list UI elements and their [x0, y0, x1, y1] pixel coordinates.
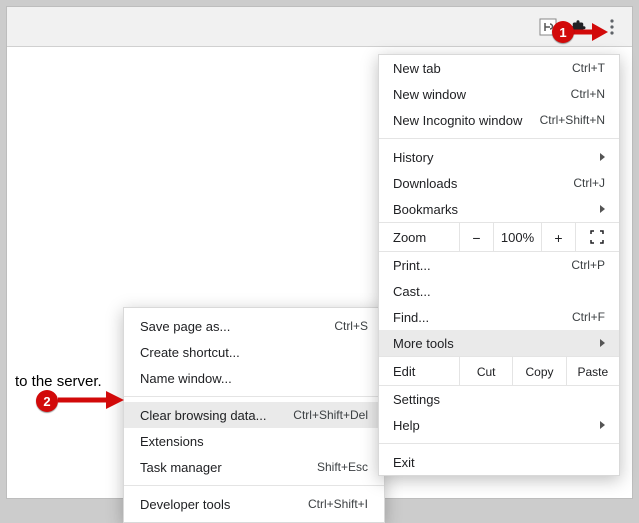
menu-label: Settings	[393, 392, 605, 407]
cut-button[interactable]: Cut	[459, 357, 512, 385]
chevron-right-icon	[600, 153, 605, 161]
more-tools-submenu: Save page as... Ctrl+S Create shortcut..…	[123, 307, 385, 523]
submenu-item-extensions[interactable]: Extensions	[124, 428, 384, 454]
menu-separator	[379, 138, 619, 139]
annotation-step-1: 1	[552, 21, 574, 43]
menu-item-downloads[interactable]: Downloads Ctrl+J	[379, 170, 619, 196]
menu-item-new-tab[interactable]: New tab Ctrl+T	[379, 55, 619, 81]
menu-label: Help	[393, 418, 594, 433]
menu-label: Extensions	[140, 434, 368, 449]
menu-shortcut: Ctrl+J	[573, 176, 605, 190]
menu-item-cast[interactable]: Cast...	[379, 278, 619, 304]
menu-item-more-tools[interactable]: More tools	[379, 330, 619, 356]
menu-label: Bookmarks	[393, 202, 594, 217]
menu-shortcut: Ctrl+Shift+N	[540, 113, 605, 127]
menu-label: More tools	[393, 336, 594, 351]
copy-button[interactable]: Copy	[512, 357, 565, 385]
paste-button[interactable]: Paste	[566, 357, 619, 385]
zoom-in-button[interactable]: +	[541, 223, 575, 251]
menu-label: Print...	[393, 258, 571, 273]
menu-label: Find...	[393, 310, 572, 325]
menu-label: Developer tools	[140, 497, 308, 512]
submenu-item-name-window[interactable]: Name window...	[124, 365, 384, 391]
fullscreen-button[interactable]	[575, 223, 617, 251]
menu-shortcut: Ctrl+P	[571, 258, 605, 272]
menu-item-exit[interactable]: Exit	[379, 449, 619, 475]
submenu-item-save-page[interactable]: Save page as... Ctrl+S	[124, 313, 384, 339]
submenu-item-create-shortcut[interactable]: Create shortcut...	[124, 339, 384, 365]
zoom-value: 100%	[493, 223, 541, 251]
chrome-main-menu: New tab Ctrl+T New window Ctrl+N New Inc…	[378, 54, 620, 476]
menu-item-edit: Edit Cut Copy Paste	[379, 356, 619, 386]
menu-shortcut: Ctrl+S	[334, 319, 368, 333]
menu-label: New window	[393, 87, 571, 102]
menu-item-find[interactable]: Find... Ctrl+F	[379, 304, 619, 330]
menu-item-print[interactable]: Print... Ctrl+P	[379, 252, 619, 278]
menu-item-new-window[interactable]: New window Ctrl+N	[379, 81, 619, 107]
menu-label: Task manager	[140, 460, 317, 475]
browser-window: to the server. New tab Ctrl+T New window…	[6, 6, 633, 499]
menu-item-new-incognito[interactable]: New Incognito window Ctrl+Shift+N	[379, 107, 619, 133]
menu-separator	[124, 485, 384, 486]
menu-item-help[interactable]: Help	[379, 412, 619, 438]
menu-item-zoom: Zoom − 100% +	[379, 222, 619, 252]
menu-label: Create shortcut...	[140, 345, 368, 360]
menu-item-history[interactable]: History	[379, 144, 619, 170]
menu-item-settings[interactable]: Settings	[379, 386, 619, 412]
zoom-out-button[interactable]: −	[459, 223, 493, 251]
menu-shortcut: Ctrl+T	[572, 61, 605, 75]
menu-label: Name window...	[140, 371, 368, 386]
menu-separator	[379, 443, 619, 444]
menu-label: Cast...	[393, 284, 605, 299]
menu-label: History	[393, 150, 594, 165]
chevron-right-icon	[600, 421, 605, 429]
submenu-item-task-manager[interactable]: Task manager Shift+Esc	[124, 454, 384, 480]
menu-shortcut: Shift+Esc	[317, 460, 368, 474]
menu-item-bookmarks[interactable]: Bookmarks	[379, 196, 619, 222]
fullscreen-icon	[590, 230, 604, 244]
chevron-right-icon	[600, 339, 605, 347]
menu-shortcut: Ctrl+N	[571, 87, 605, 101]
menu-label: Clear browsing data...	[140, 408, 293, 423]
annotation-step-2: 2	[36, 390, 58, 412]
menu-shortcut: Ctrl+Shift+I	[308, 497, 368, 511]
browser-toolbar	[7, 7, 632, 47]
submenu-item-developer-tools[interactable]: Developer tools Ctrl+Shift+I	[124, 491, 384, 517]
zoom-label: Zoom	[393, 230, 459, 245]
menu-shortcut: Ctrl+Shift+Del	[293, 408, 368, 422]
menu-shortcut: Ctrl+F	[572, 310, 605, 324]
submenu-item-clear-browsing-data[interactable]: Clear browsing data... Ctrl+Shift+Del	[124, 402, 384, 428]
annotation-arrow-2	[56, 388, 126, 412]
menu-label: Save page as...	[140, 319, 334, 334]
menu-label: Exit	[393, 455, 605, 470]
menu-separator	[124, 396, 384, 397]
chevron-right-icon	[600, 205, 605, 213]
menu-label: New tab	[393, 61, 572, 76]
menu-label: Downloads	[393, 176, 573, 191]
menu-label: New Incognito window	[393, 113, 540, 128]
edit-label: Edit	[393, 357, 459, 385]
